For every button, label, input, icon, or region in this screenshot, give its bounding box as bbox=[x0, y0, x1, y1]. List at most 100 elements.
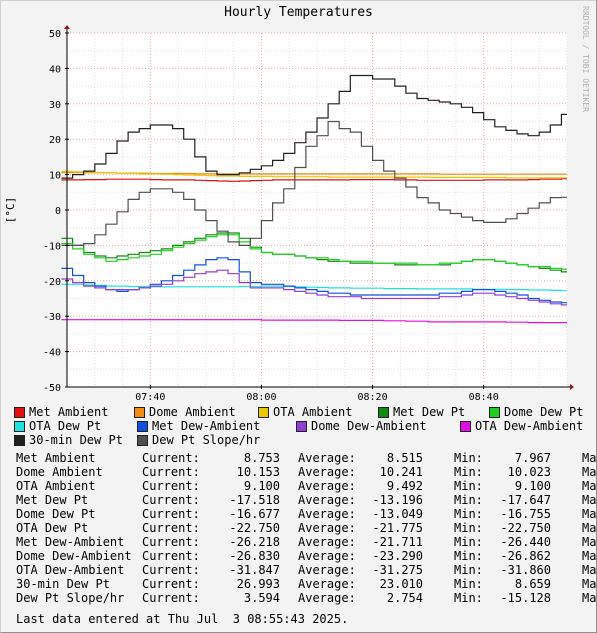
max-label: Ma bbox=[582, 465, 597, 479]
min-value: 9.100 bbox=[514, 479, 551, 493]
min-label: Min: bbox=[454, 465, 483, 479]
average-value: -21.775 bbox=[372, 521, 423, 535]
max-label: Ma bbox=[582, 563, 597, 577]
average-label: Average: bbox=[298, 493, 356, 507]
current-label: Current: bbox=[142, 479, 200, 493]
average-label: Average: bbox=[298, 549, 356, 563]
current-label: Current: bbox=[142, 451, 200, 465]
min-value: -26.862 bbox=[500, 549, 551, 563]
min-value: -16.755 bbox=[500, 507, 551, 521]
average-value: -31.275 bbox=[372, 563, 423, 577]
stats-row: OTA Ambient Current: 9.100 Average: 9.492 Min… bbox=[16, 479, 597, 493]
min-label: Min: bbox=[454, 493, 483, 507]
legend-swatch bbox=[14, 435, 25, 446]
average-label: Average: bbox=[298, 521, 356, 535]
legend-swatch bbox=[137, 421, 148, 432]
legend-label: Met Ambient bbox=[29, 405, 109, 419]
stat-name: 30-min Dew Pt bbox=[16, 577, 110, 591]
y-tick-label: 20 bbox=[49, 135, 61, 146]
legend-swatch bbox=[378, 407, 389, 418]
stats-row: Met Ambient Current: 8.753 Average: 8.515 Min… bbox=[16, 451, 597, 465]
y-tick-label: -20 bbox=[43, 277, 61, 288]
current-label: Current: bbox=[142, 507, 200, 521]
min-value: -17.647 bbox=[500, 493, 551, 507]
stats-row: Dew Pt Slope/hr Current: 3.594 Average: 2.75… bbox=[16, 591, 597, 605]
average-label: Average: bbox=[298, 465, 356, 479]
current-value: 10.153 bbox=[236, 465, 280, 479]
stats-row: OTA Dew-Ambient Current: -31.847 Average: -3… bbox=[16, 563, 597, 577]
min-label: Min: bbox=[454, 549, 483, 563]
average-label: Average: bbox=[298, 479, 356, 493]
legend-label: Dew Pt Slope/hr bbox=[152, 433, 261, 447]
current-value: -16.677 bbox=[229, 507, 280, 521]
legend-swatch bbox=[14, 421, 25, 432]
max-label: Ma bbox=[582, 493, 597, 507]
stats-row: Met Dew-Ambient Current: -26.218 Average: -2… bbox=[16, 535, 597, 549]
average-value: 10.241 bbox=[379, 465, 423, 479]
chart-plot: 50 40 30 20 10 0 -10 -20 -30 -40 -50 07:40 08:00 08:2… bbox=[4, 25, 574, 400]
legend-label: OTA Dew Pt bbox=[29, 419, 102, 433]
average-value: 8.515 bbox=[386, 451, 423, 465]
min-label: Min: bbox=[454, 563, 483, 577]
average-label: Average: bbox=[298, 451, 356, 465]
x-tick-label: 07:40 bbox=[135, 392, 165, 400]
max-label: Ma bbox=[582, 451, 597, 465]
max-label: Ma bbox=[582, 535, 597, 549]
current-label: Current: bbox=[142, 563, 200, 577]
legend-swatch bbox=[134, 407, 145, 418]
current-value: -22.750 bbox=[229, 521, 280, 535]
stat-name: Dome Dew Pt bbox=[16, 507, 96, 521]
y-tick-label: 50 bbox=[49, 29, 61, 40]
max-label: Ma bbox=[582, 577, 597, 591]
legend-label: Dome Dew-Ambient bbox=[311, 419, 427, 433]
stats-row: OTA Dew Pt Current: -22.750 Average: -21.775… bbox=[16, 521, 597, 535]
x-tick-label: 08:20 bbox=[358, 392, 388, 400]
min-label: Min: bbox=[454, 479, 483, 493]
current-label: Current: bbox=[142, 549, 200, 563]
stats-row: Dome Ambient Current: 10.153 Average: 10.241… bbox=[16, 465, 597, 479]
stats-row: 30-min Dew Pt Current: 26.993 Average: 23.01… bbox=[16, 577, 597, 591]
current-value: 26.993 bbox=[236, 577, 280, 591]
stat-name: Met Dew Pt bbox=[16, 493, 89, 507]
min-label: Min: bbox=[454, 535, 483, 549]
stat-name: OTA Dew-Ambient bbox=[16, 563, 125, 577]
min-value: -26.440 bbox=[500, 535, 551, 549]
y-tick-label: -30 bbox=[43, 312, 61, 323]
min-label: Min: bbox=[454, 521, 483, 535]
legend-swatch bbox=[137, 435, 148, 446]
stat-name: Dew Pt Slope/hr bbox=[16, 591, 125, 605]
current-label: Current: bbox=[142, 521, 200, 535]
average-value: -21.711 bbox=[372, 535, 423, 549]
stat-name: OTA Dew Pt bbox=[16, 521, 89, 535]
y-tick-label: -40 bbox=[43, 348, 61, 359]
legend-label: Met Dew-Ambient bbox=[152, 419, 261, 433]
min-value: -22.750 bbox=[500, 521, 551, 535]
max-label: Ma bbox=[582, 549, 597, 563]
legend-swatch bbox=[258, 407, 269, 418]
x-tick-label: 08:00 bbox=[246, 392, 276, 400]
average-label: Average: bbox=[298, 591, 356, 605]
current-value: -26.218 bbox=[229, 535, 280, 549]
average-value: -13.196 bbox=[372, 493, 423, 507]
average-value: 2.754 bbox=[386, 591, 423, 605]
average-label: Average: bbox=[298, 507, 356, 521]
current-label: Current: bbox=[142, 535, 200, 549]
last-data-entered: Last data entered at Thu Jul 3 08:55:43 … bbox=[16, 612, 349, 626]
current-value: -26.830 bbox=[229, 549, 280, 563]
y-tick-label: -10 bbox=[43, 241, 61, 252]
legend-swatch bbox=[296, 421, 307, 432]
y-tick-label: -50 bbox=[43, 383, 61, 394]
stats-row: Dome Dew Pt Current: -16.677 Average: -13.04… bbox=[16, 507, 597, 521]
min-label: Min: bbox=[454, 507, 483, 521]
legend-label: 30-min Dew Pt bbox=[29, 433, 123, 447]
stat-name: OTA Ambient bbox=[16, 479, 96, 493]
legend-swatch bbox=[489, 407, 500, 418]
min-value: 7.967 bbox=[514, 451, 551, 465]
average-value: 9.492 bbox=[386, 479, 423, 493]
average-value: -13.049 bbox=[372, 507, 423, 521]
max-label: Ma bbox=[582, 521, 597, 535]
average-value: 23.010 bbox=[379, 577, 423, 591]
max-label: Ma bbox=[582, 507, 597, 521]
x-tick-label: 08:40 bbox=[469, 392, 499, 400]
average-label: Average: bbox=[298, 577, 356, 591]
